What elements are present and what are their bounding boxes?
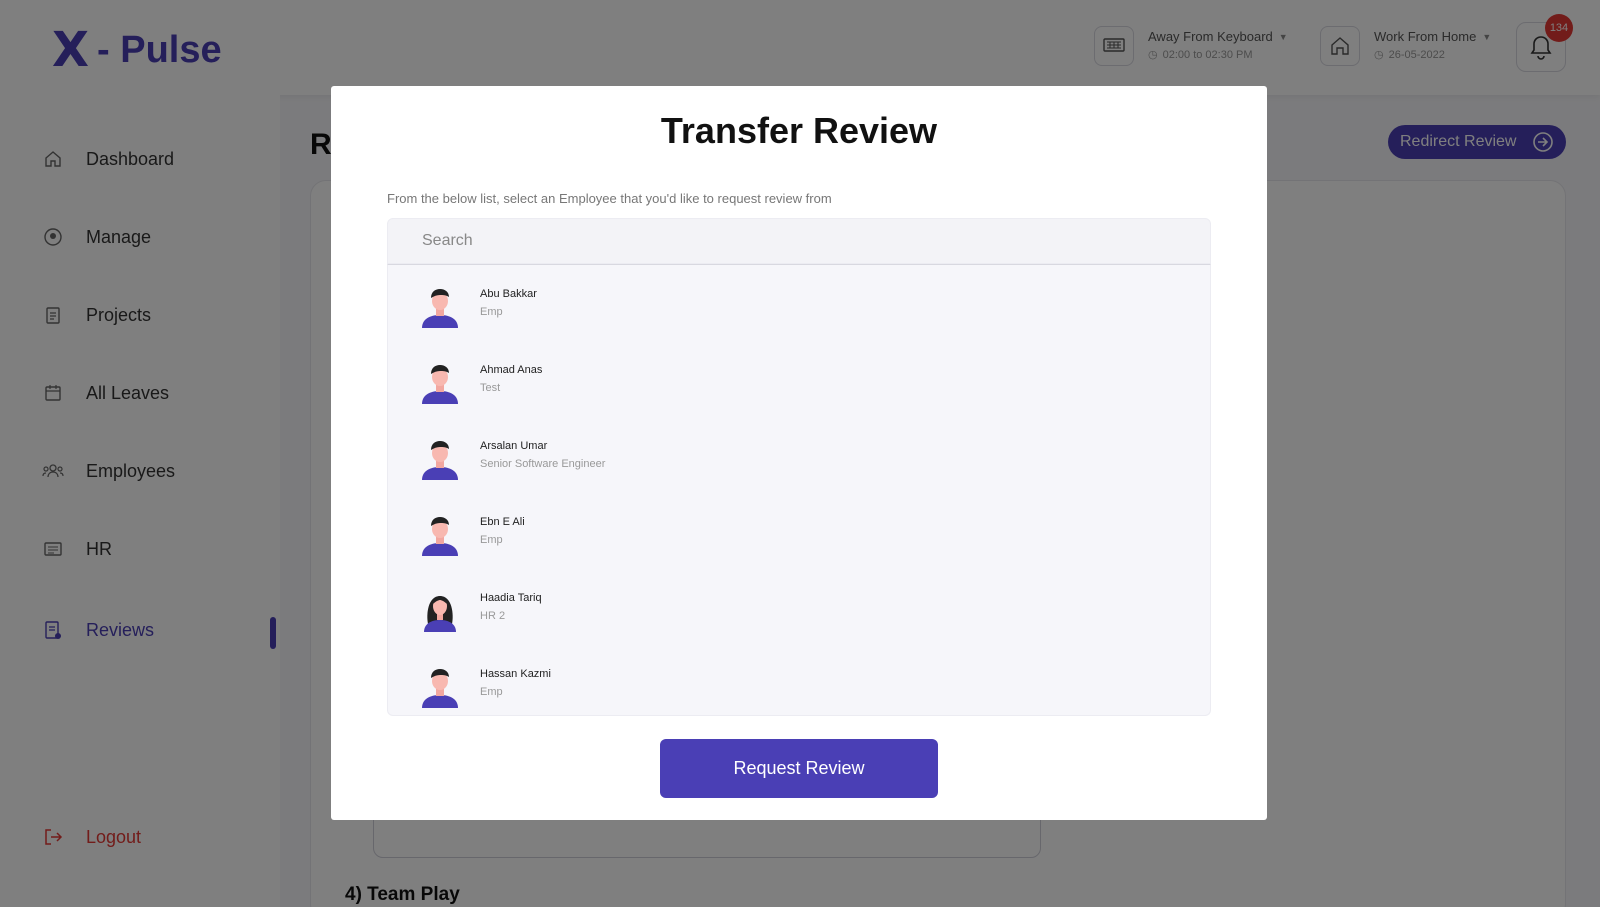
employee-role: HR 2 [480, 610, 506, 622]
male-avatar-icon [418, 661, 462, 708]
transfer-review-modal: Transfer Review From the below list, sel… [331, 86, 1267, 820]
employee-item[interactable]: Abu Bakkar Emp [388, 265, 1210, 341]
employee-name: Abu Bakkar [480, 288, 537, 300]
employee-item[interactable]: Haadia Tariq HR 2 [388, 569, 1210, 645]
male-avatar-icon [418, 433, 462, 480]
employee-list: Abu Bakkar Emp Ahmad Anas Test Arsalan U… [387, 264, 1211, 716]
employee-role: Senior Software Engineer [480, 458, 606, 470]
employee-role: Emp [480, 306, 503, 318]
employee-role: Emp [480, 686, 503, 698]
employee-name: Ebn E Ali [480, 516, 525, 528]
male-avatar-icon [418, 281, 462, 328]
search-input[interactable] [387, 218, 1211, 264]
employee-item[interactable]: Ebn E Ali Emp [388, 493, 1210, 569]
modal-subtitle: From the below list, select an Employee … [387, 191, 832, 206]
employee-item[interactable]: Hassan Kazmi Emp [388, 645, 1210, 715]
male-avatar-icon [418, 509, 462, 556]
employee-item[interactable]: Arsalan Umar Senior Software Engineer [388, 417, 1210, 493]
employee-name: Ahmad Anas [480, 364, 543, 376]
employee-name: Hassan Kazmi [480, 668, 551, 680]
employee-item[interactable]: Ahmad Anas Test [388, 341, 1210, 417]
employee-name: Arsalan Umar [480, 440, 548, 452]
request-review-button[interactable]: Request Review [660, 739, 938, 798]
employee-name: Haadia Tariq [480, 592, 542, 604]
employee-role: Emp [480, 534, 503, 546]
female-avatar-icon [418, 585, 462, 632]
employee-role: Test [480, 382, 501, 394]
modal-title: Transfer Review [660, 110, 938, 151]
male-avatar-icon [418, 357, 462, 404]
